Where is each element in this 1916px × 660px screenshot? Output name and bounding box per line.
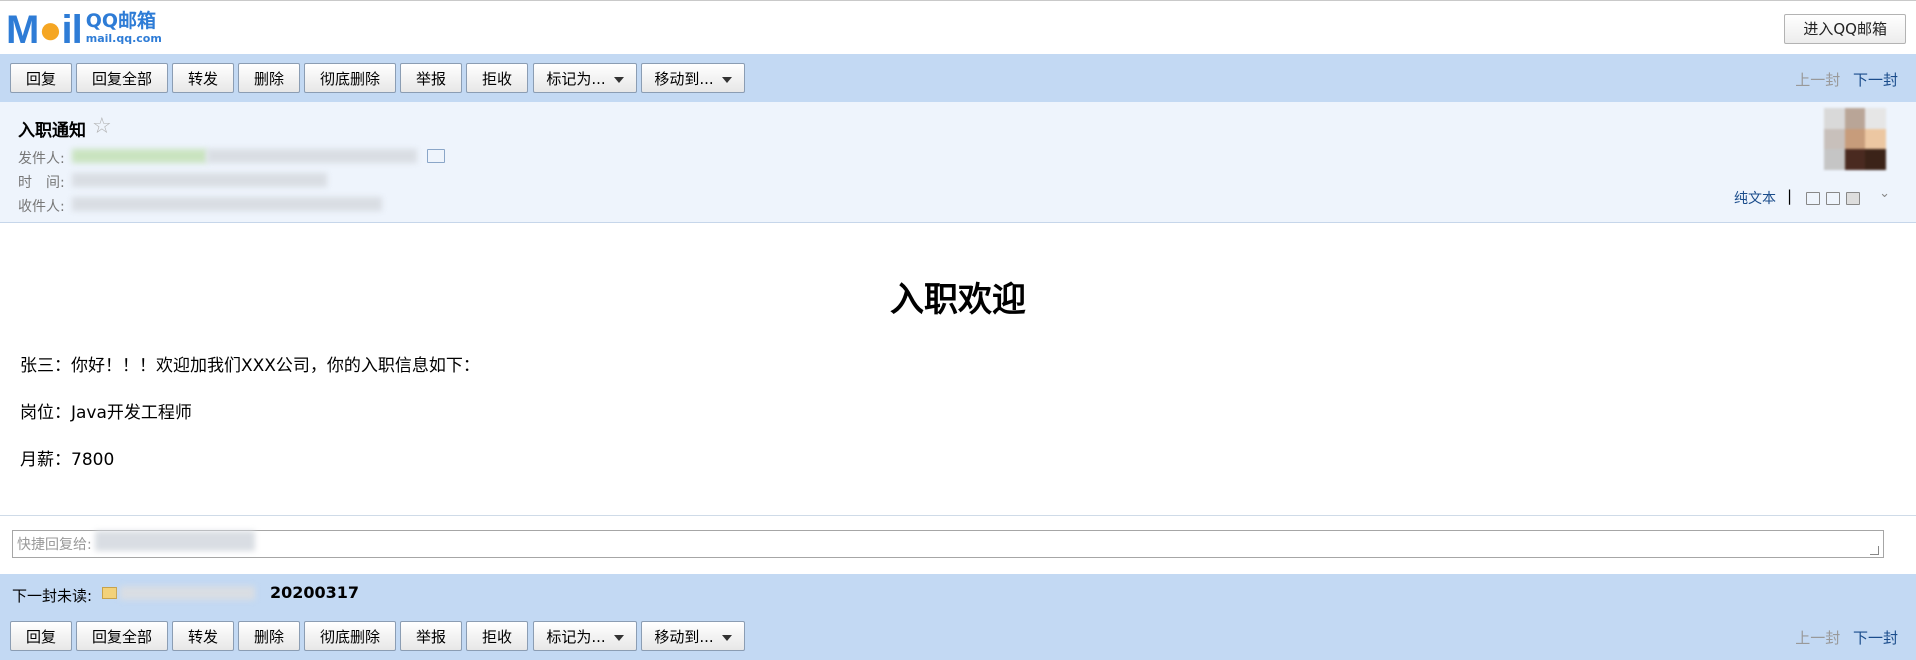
- qq-mail-logo[interactable]: M●il QQ邮箱 mail.qq.com: [6, 10, 162, 50]
- from-label: 发件人:: [18, 151, 65, 167]
- body-heading: 入职欢迎: [890, 280, 1026, 320]
- report-button[interactable]: 举报: [400, 621, 462, 651]
- mark-as-label: 标记为...: [546, 70, 606, 88]
- next-unread-date[interactable]: 20200317: [270, 583, 359, 602]
- delete-permanent-button[interactable]: 彻底删除: [304, 63, 396, 93]
- move-to-dropdown[interactable]: 移动到...: [641, 63, 745, 93]
- print-icon[interactable]: [1846, 192, 1860, 205]
- chevron-down-icon: [721, 76, 732, 83]
- forward-button[interactable]: 转发: [172, 63, 234, 93]
- next-mail-link[interactable]: 下一封: [1853, 629, 1898, 647]
- note-icon[interactable]: [1806, 192, 1820, 205]
- forward-button[interactable]: 转发: [172, 621, 234, 651]
- mark-as-dropdown[interactable]: 标记为...: [533, 621, 637, 651]
- next-unread-label: 下一封未读:: [12, 587, 93, 605]
- contact-card-icon[interactable]: [427, 149, 445, 163]
- plain-text-link[interactable]: 纯文本: [1734, 188, 1776, 208]
- sender-redacted: [72, 149, 207, 163]
- delete-button[interactable]: 删除: [238, 621, 300, 651]
- logo-domain: mail.qq.com: [85, 32, 162, 45]
- reply-all-button[interactable]: 回复全部: [76, 63, 168, 93]
- resize-grip-icon[interactable]: [1870, 546, 1879, 555]
- top-toolbar: 回复 回复全部 转发 删除 彻底删除 举报 拒收 标记为... 移动到... 上…: [0, 54, 1916, 102]
- quick-reply-placeholder: 快捷回复给:: [17, 537, 92, 553]
- bottom-toolbar: 回复 回复全部 转发 删除 彻底删除 举报 拒收 标记为... 移动到... 上…: [0, 612, 1916, 660]
- body-greeting: 张三：你好！！！欢迎加我们XXX公司，你的入职信息如下：: [20, 356, 480, 376]
- quick-reply-recipient-redacted: [95, 531, 255, 551]
- envelope-icon: [102, 587, 117, 599]
- body-position: 岗位：Java开发工程师: [20, 403, 192, 423]
- mark-as-dropdown[interactable]: 标记为...: [533, 63, 637, 93]
- logo-letters-il: il: [61, 8, 83, 52]
- reject-button[interactable]: 拒收: [466, 621, 528, 651]
- move-to-label: 移动到...: [654, 628, 714, 646]
- sender-avatar: [1824, 108, 1886, 170]
- top-border: [0, 0, 1916, 5]
- to-label: 收件人:: [18, 199, 65, 215]
- logo-brand: QQ邮箱: [85, 10, 157, 32]
- mail-navigation: 上一封 下一封: [1795, 69, 1898, 90]
- mark-as-label: 标记为...: [546, 628, 606, 646]
- prev-mail-link[interactable]: 上一封: [1795, 629, 1840, 647]
- move-to-label: 移动到...: [654, 70, 714, 88]
- body-salary: 月薪：7800: [20, 450, 115, 470]
- reply-all-button[interactable]: 回复全部: [76, 621, 168, 651]
- reply-button[interactable]: 回复: [10, 63, 72, 93]
- report-button[interactable]: 举报: [400, 63, 462, 93]
- time-redacted: [72, 173, 327, 187]
- reject-button[interactable]: 拒收: [466, 63, 528, 93]
- save-icon[interactable]: [1826, 192, 1840, 205]
- chevron-down-icon: [613, 634, 624, 641]
- separator: |: [1786, 187, 1792, 205]
- expand-icon[interactable]: ⌄: [1879, 186, 1890, 201]
- delete-permanent-button[interactable]: 彻底删除: [304, 621, 396, 651]
- body-divider: [0, 515, 1916, 516]
- recipient-redacted: [72, 197, 382, 211]
- enter-qq-mail-button[interactable]: 进入QQ邮箱: [1784, 14, 1906, 44]
- prev-mail-link[interactable]: 上一封: [1795, 71, 1840, 89]
- logo-text: QQ邮箱 mail.qq.com: [86, 12, 162, 48]
- next-unread-subject-redacted[interactable]: [120, 586, 255, 600]
- move-to-dropdown[interactable]: 移动到...: [641, 621, 745, 651]
- mail-header: 入职通知 ☆ 发件人: 时 间: 收件人: 纯文本 | ⌄: [0, 102, 1916, 223]
- next-unread-bar: 下一封未读: 20200317: [0, 574, 1916, 613]
- mail-subject: 入职通知: [18, 121, 86, 141]
- logo-letter-m: M: [6, 8, 39, 52]
- mail-navigation: 上一封 下一封: [1795, 627, 1898, 648]
- quick-reply-input[interactable]: 快捷回复给:: [12, 530, 1884, 558]
- time-label: 时 间:: [18, 175, 65, 191]
- star-icon[interactable]: ☆: [92, 114, 112, 139]
- chevron-down-icon: [721, 634, 732, 641]
- chevron-down-icon: [613, 76, 624, 83]
- delete-button[interactable]: 删除: [238, 63, 300, 93]
- sender-address-redacted: [207, 149, 417, 163]
- logo-letter-o: ●: [38, 8, 62, 52]
- reply-button[interactable]: 回复: [10, 621, 72, 651]
- next-mail-link[interactable]: 下一封: [1853, 71, 1898, 89]
- logo-mark: M●il: [6, 8, 83, 52]
